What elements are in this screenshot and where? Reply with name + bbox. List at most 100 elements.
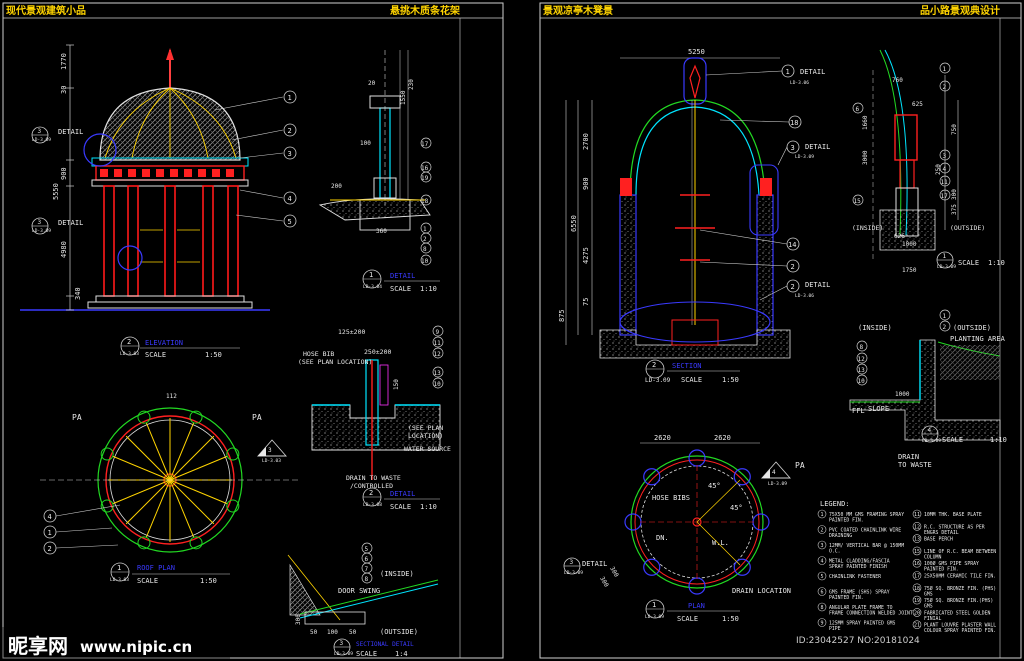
legend-text-cont: O.C.	[829, 549, 841, 555]
svg-text:1:50: 1:50	[200, 577, 217, 585]
svg-text:50: 50	[310, 629, 318, 636]
post-footprint	[752, 513, 770, 531]
svg-text:4: 4	[772, 469, 776, 476]
legend-item: 11 10MM THK. BASE PLATE	[912, 509, 982, 519]
legend-number: 19	[914, 598, 920, 604]
svg-text:4: 4	[943, 166, 947, 173]
legend-item: 8 ANGULAR PLATE FRAME TOFRAME CONNECTION …	[817, 602, 913, 617]
svg-text:SCALE: SCALE	[390, 503, 411, 511]
legend-text: CHAINLINK FASTENER	[829, 574, 881, 580]
svg-text:FFL: FFL	[852, 407, 865, 415]
svg-text:50: 50	[349, 629, 357, 636]
column-section-title-block: 1 LD-3.09 SCALE 1:10	[936, 251, 1005, 270]
watermark-url: www.nipic.cn	[80, 638, 192, 656]
legend-number: 12	[914, 524, 920, 530]
svg-text:750: 750	[951, 124, 958, 135]
arch-plan: 2620 2620 45° 45° HOSE BIBS DN. W.L. DRA…	[563, 434, 805, 623]
svg-text:3: 3	[943, 153, 947, 160]
svg-text:LD-3.09: LD-3.09	[32, 228, 51, 234]
svg-text:LD-3.09: LD-3.09	[645, 377, 671, 384]
legend-text-cont: PIPE	[829, 626, 841, 632]
legend-item: 20 FABRICATED STEEL GOLDENFINIAL	[912, 608, 991, 622]
svg-text:1000: 1000	[902, 241, 917, 248]
svg-text:9: 9	[436, 329, 440, 336]
svg-text:LD-3.09: LD-3.09	[768, 481, 787, 487]
svg-text:11: 11	[434, 340, 442, 347]
svg-text:12: 12	[434, 351, 442, 358]
post-footprint	[688, 449, 706, 467]
legend-text-cont: PAINTED FIN.	[924, 567, 959, 573]
plan-dim-112: 112	[166, 393, 177, 400]
roof-rafter	[125, 435, 171, 481]
left-sheet-title: 现代景观建筑小品	[6, 4, 86, 17]
legend-item: 18 75Ø SQ. BRONZE FIN. (PHS)GMS	[912, 583, 996, 597]
svg-text:13: 13	[858, 367, 866, 374]
svg-text:DN.: DN.	[656, 534, 669, 542]
svg-text:PLANTING AREA: PLANTING AREA	[950, 335, 1006, 343]
post-footprint	[643, 558, 661, 576]
svg-text:(SEE PLAN: (SEE PLAN	[408, 424, 443, 432]
legend-text: ANGULAR PLATE FRAME TO	[829, 605, 893, 611]
svg-text:75: 75	[582, 298, 590, 306]
svg-text:SCALE: SCALE	[356, 650, 377, 658]
detail-2-hose-bib: 125±200 250±200 HOSE BIB (SEE PLAN LOCAT…	[298, 325, 451, 511]
svg-text:LD-3.08: LD-3.08	[363, 502, 382, 508]
legend-text: 75X50 MM GMS FRAMING SPRAY	[829, 512, 904, 518]
svg-text:(OUTSIDE): (OUTSIDE)	[953, 324, 991, 332]
svg-text:7: 7	[365, 566, 369, 573]
legend-number: 13	[914, 537, 920, 543]
svg-text:LD-3.04: LD-3.04	[363, 284, 382, 290]
svg-text:1:10: 1:10	[420, 285, 437, 293]
svg-text:45°: 45°	[708, 482, 721, 490]
dim-1770: 1770	[60, 53, 68, 70]
roof-rafter	[169, 435, 215, 481]
svg-text:2: 2	[48, 545, 52, 553]
svg-text:2: 2	[943, 324, 947, 331]
svg-text:3: 3	[570, 559, 574, 566]
svg-text:900: 900	[582, 177, 590, 190]
pa-label-right: PA	[252, 413, 262, 422]
plan-title-block: 1 LD-3.03 ROOF PLAN SCALE 1:50	[110, 562, 230, 585]
svg-text:3: 3	[791, 144, 795, 152]
svg-text:W.L.: W.L.	[712, 539, 729, 547]
legend-text: R.C. STRUCTURE AS PER	[924, 524, 985, 530]
legend-text: FABRICATED STEEL GOLDEN	[924, 610, 991, 616]
svg-text:2: 2	[423, 236, 427, 243]
svg-text:1: 1	[786, 68, 790, 76]
svg-text:375: 375	[951, 204, 958, 215]
svg-text:1: 1	[117, 564, 121, 572]
svg-text:SCALE: SCALE	[942, 436, 963, 444]
svg-text:150: 150	[393, 379, 400, 390]
legend-text-cont: FRAME CONNECTION WELDED JOINT	[829, 611, 913, 617]
legend-number: 6	[821, 590, 824, 596]
svg-text:360: 360	[376, 228, 387, 235]
svg-text:LD-3.09: LD-3.09	[564, 570, 583, 576]
svg-text:14: 14	[788, 241, 796, 249]
svg-text:SCALE: SCALE	[390, 285, 411, 293]
svg-text:LD-3.09: LD-3.09	[32, 137, 51, 143]
svg-text:10: 10	[434, 381, 442, 388]
legend-number: 15	[914, 549, 920, 555]
svg-text:625: 625	[912, 101, 923, 108]
left-sheet-border	[2, 2, 504, 659]
legend-text-cont: FINIAL	[924, 616, 941, 622]
legend-item: 2 PVC COATED CHAINLINK WIREDRAINING	[817, 525, 901, 539]
svg-text:250±200: 250±200	[364, 348, 391, 356]
svg-text:LD-3.06: LD-3.06	[795, 293, 814, 299]
legend-text-cont: SPRAY PAINTED FINISH	[829, 564, 887, 570]
svg-text:6: 6	[856, 106, 860, 113]
plan-detail-ref: 3 LD-3.09	[563, 557, 583, 576]
svg-text:SLOPE: SLOPE	[868, 405, 889, 413]
watermark-logo: 昵享网	[8, 634, 68, 658]
dim-4980: 4980	[60, 241, 68, 258]
elevation-title-block: 2 LD-3.03 ELEVATION SCALE 1:50	[120, 336, 240, 359]
svg-text:8: 8	[365, 576, 369, 583]
svg-text:2620: 2620	[714, 434, 731, 442]
legend-number: 17	[914, 574, 920, 580]
svg-text:10: 10	[858, 378, 866, 385]
legend-item: 4 METAL CLADDING/FASCIASPRAY PAINTED FINI…	[817, 556, 890, 570]
svg-text:2: 2	[943, 84, 947, 91]
svg-text:WATER SOURCE: WATER SOURCE	[404, 445, 451, 453]
svg-text:DETAIL: DETAIL	[58, 128, 83, 136]
svg-text:(INSIDE): (INSIDE)	[852, 224, 883, 232]
